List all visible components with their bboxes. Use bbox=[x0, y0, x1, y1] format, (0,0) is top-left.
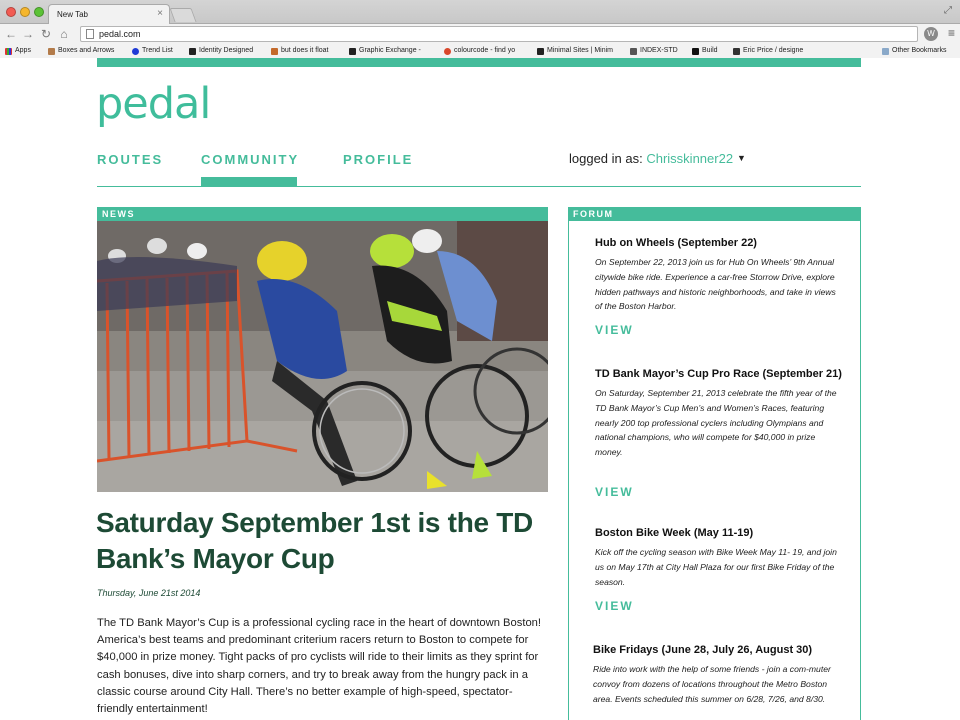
bookmark-label: Other Bookmarks bbox=[892, 47, 947, 54]
wordpress-extension-icon[interactable]: W bbox=[924, 27, 938, 41]
bookmark-label: Trend List bbox=[142, 47, 173, 54]
view-link[interactable]: VIEW bbox=[595, 599, 634, 613]
news-body: The TD Bank Mayor’s Cup is a professiona… bbox=[97, 617, 541, 716]
forum-post-title[interactable]: Bike Fridays (June 28, July 26, August 3… bbox=[593, 643, 843, 658]
browser-chrome: New Tab × ⤢ ← → ↻ ⌂ pedal.com W ≡ Apps B… bbox=[0, 0, 960, 58]
logged-in-label: logged in as: bbox=[569, 151, 647, 166]
bookmark-item[interactable]: Identity Designed bbox=[189, 45, 253, 57]
nav-active-indicator bbox=[201, 177, 297, 186]
news-headline[interactable]: Saturday September 1st is the TD Bank’s … bbox=[96, 505, 536, 577]
bookmark-favicon-icon bbox=[271, 47, 278, 55]
forum-post-title[interactable]: Hub on Wheels (September 22) bbox=[595, 236, 845, 251]
forum-post-text: Kick off the cycling season with Bike We… bbox=[595, 547, 837, 587]
news-section-label: NEWS bbox=[102, 209, 135, 219]
forum-post-title[interactable]: TD Bank Mayor’s Cup Pro Race (September … bbox=[595, 367, 845, 382]
home-icon[interactable]: ⌂ bbox=[57, 26, 71, 42]
view-link[interactable]: VIEW bbox=[595, 323, 634, 337]
bookmark-label: Apps bbox=[15, 47, 31, 54]
bookmarks-bar: Apps Boxes and Arrows Trend List Identit… bbox=[0, 44, 960, 58]
url-text: pedal.com bbox=[99, 29, 141, 39]
bookmark-favicon-icon bbox=[733, 47, 740, 55]
forum-post-text: On September 22, 2013 join us for Hub On… bbox=[595, 257, 836, 312]
bookmark-label: Identity Designed bbox=[199, 47, 254, 54]
bookmark-item[interactable]: Eric Price / designe bbox=[733, 45, 803, 57]
view-link[interactable]: VIEW bbox=[595, 485, 634, 499]
forum-post-text: On Saturday, September 21, 2013 celebrat… bbox=[595, 388, 837, 458]
hero-image-cyclists bbox=[97, 221, 548, 492]
bookmark-label: Boxes and Arrows bbox=[58, 47, 115, 54]
forum-post-title[interactable]: Boston Bike Week (May 11-19) bbox=[595, 526, 845, 541]
account-menu[interactable]: logged in as: Chrisskinner22 ▼ bbox=[569, 151, 746, 166]
forum-post-text: Ride into work with the help of some fri… bbox=[593, 664, 831, 704]
forum-post: TD Bank Mayor’s Cup Pro Race (September … bbox=[595, 367, 845, 460]
bookmark-label: Eric Price / designe bbox=[743, 47, 804, 54]
browser-tab[interactable]: New Tab × bbox=[48, 4, 170, 24]
tab-close-icon[interactable]: × bbox=[157, 8, 163, 19]
new-tab-button[interactable] bbox=[169, 8, 197, 22]
address-bar[interactable]: pedal.com bbox=[80, 26, 918, 42]
nav-divider bbox=[97, 186, 861, 187]
nav-routes[interactable]: ROUTES bbox=[97, 152, 163, 167]
window-close-icon[interactable] bbox=[6, 7, 16, 17]
forum-post: Hub on Wheels (September 22) On Septembe… bbox=[595, 236, 845, 314]
tab-strip: New Tab × ⤢ bbox=[0, 0, 960, 24]
browser-toolbar: ← → ↻ ⌂ pedal.com W ≡ bbox=[0, 24, 960, 44]
bookmark-item[interactable]: Boxes and Arrows bbox=[48, 45, 114, 57]
apps-grid-icon bbox=[5, 47, 12, 55]
page-icon bbox=[86, 29, 94, 39]
bookmark-favicon-icon bbox=[349, 47, 356, 55]
nav-community[interactable]: COMMUNITY bbox=[201, 152, 299, 167]
bookmark-item[interactable]: Build bbox=[692, 45, 718, 57]
bookmark-favicon-icon bbox=[48, 47, 55, 55]
bookmark-label: Build bbox=[702, 47, 718, 54]
nav-profile[interactable]: PROFILE bbox=[343, 152, 413, 167]
forum-section-header: FORUM bbox=[568, 207, 861, 221]
bookmark-label: Graphic Exchange - bbox=[359, 47, 421, 54]
forum-post: Bike Fridays (June 28, July 26, August 3… bbox=[593, 643, 843, 706]
bookmark-label: INDEX-STD bbox=[640, 47, 678, 54]
bookmark-item[interactable]: colourcode - find yo bbox=[444, 45, 515, 57]
window-maximize-icon[interactable] bbox=[34, 7, 44, 17]
bookmark-favicon-icon bbox=[444, 47, 451, 55]
news-date: Thursday, June 21st 2014 bbox=[97, 588, 201, 598]
folder-icon bbox=[882, 47, 889, 55]
bookmark-item[interactable]: but does it float bbox=[271, 45, 328, 57]
bookmark-item[interactable]: Graphic Exchange - bbox=[349, 45, 421, 57]
username[interactable]: Chrisskinner22 bbox=[646, 151, 733, 166]
bookmark-label: colourcode - find yo bbox=[454, 47, 516, 54]
bookmark-favicon-icon bbox=[189, 47, 196, 55]
bookmark-favicon-icon bbox=[692, 47, 699, 55]
bookmark-label: but does it float bbox=[281, 47, 329, 54]
bookmark-favicon-icon bbox=[132, 47, 139, 55]
site-logo[interactable]: pedal bbox=[96, 80, 211, 128]
tab-title: New Tab bbox=[57, 10, 88, 19]
fullscreen-icon[interactable]: ⤢ bbox=[944, 5, 952, 16]
news-section-header: NEWS bbox=[97, 207, 548, 221]
menu-icon[interactable]: ≡ bbox=[948, 26, 955, 40]
chevron-down-icon[interactable]: ▼ bbox=[737, 153, 746, 163]
bookmark-item[interactable]: Trend List bbox=[132, 45, 173, 57]
bookmark-favicon-icon bbox=[537, 47, 544, 55]
reload-icon[interactable]: ↻ bbox=[39, 26, 53, 42]
back-arrow-icon[interactable]: ← bbox=[4, 26, 18, 42]
forward-arrow-icon[interactable]: → bbox=[21, 26, 35, 42]
bookmark-apps[interactable]: Apps bbox=[5, 45, 31, 57]
bookmark-item[interactable]: Minimal Sites | Minim bbox=[537, 45, 613, 57]
window-minimize-icon[interactable] bbox=[20, 7, 30, 17]
bookmark-label: Minimal Sites | Minim bbox=[547, 47, 613, 54]
bookmark-favicon-icon bbox=[630, 47, 637, 55]
forum-section-label: FORUM bbox=[573, 209, 614, 219]
bookmark-other[interactable]: Other Bookmarks bbox=[882, 45, 946, 57]
forum-post: Boston Bike Week (May 11-19) Kick off th… bbox=[595, 526, 845, 589]
bookmark-item[interactable]: INDEX-STD bbox=[630, 45, 678, 57]
top-accent-bar bbox=[97, 58, 861, 67]
